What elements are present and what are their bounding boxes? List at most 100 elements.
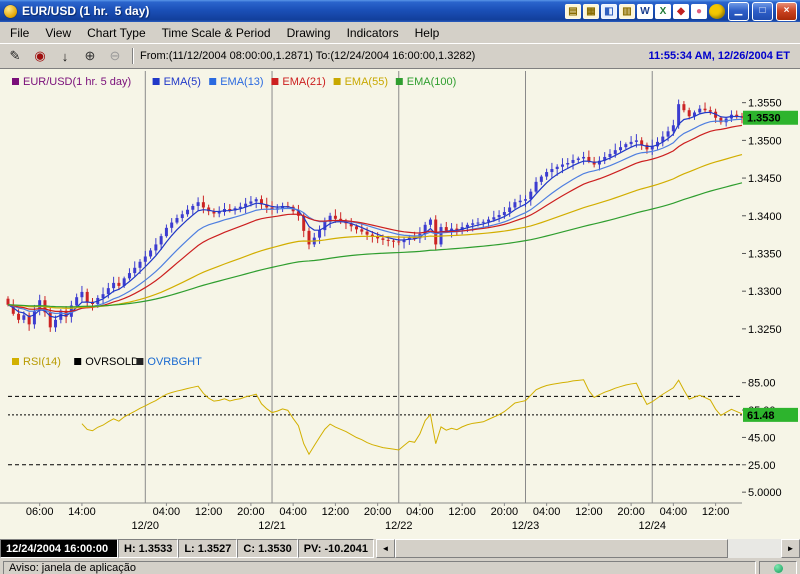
- candle-body: [677, 104, 680, 125]
- candle-body: [524, 199, 527, 201]
- candle-body: [197, 202, 200, 206]
- candle-body: [149, 250, 152, 256]
- restore-button[interactable]: □: [752, 2, 773, 21]
- candle-body: [487, 220, 490, 222]
- rsi-tick-label: 45.00: [748, 432, 776, 444]
- date-label: 12/23: [512, 520, 540, 532]
- date-label: 12/21: [258, 520, 286, 532]
- chart-doc-4-icon[interactable]: ▥: [619, 4, 635, 19]
- candle-body: [608, 154, 611, 157]
- price-tick-label: 1.3350: [748, 248, 782, 260]
- scroll-left-button[interactable]: ◄: [376, 539, 395, 558]
- scroll-thumb[interactable]: [395, 539, 728, 558]
- horizontal-scrollbar[interactable]: ◄ ►: [376, 539, 800, 558]
- scroll-track[interactable]: [728, 539, 781, 558]
- candle-body: [513, 202, 516, 207]
- scroll-right-button[interactable]: ►: [781, 539, 800, 558]
- time-label: 04:00: [153, 506, 181, 518]
- candle-body: [381, 238, 384, 240]
- arrow-down-tool-button[interactable]: ↓: [54, 46, 76, 67]
- candle-body: [360, 229, 363, 231]
- candle-body: [640, 140, 643, 145]
- menu-item-view[interactable]: View: [37, 24, 79, 42]
- candle-body: [165, 228, 168, 236]
- candle-body: [80, 292, 83, 297]
- candle-body: [397, 241, 400, 242]
- candle-body: [17, 314, 20, 320]
- candle-body: [133, 268, 136, 273]
- crosshair-tool-button[interactable]: ◉: [29, 46, 51, 67]
- rsi-legend-marker: [74, 358, 81, 365]
- candle-body: [566, 163, 569, 165]
- candle-body: [175, 218, 178, 223]
- close-button[interactable]: ×: [776, 2, 797, 21]
- candle-body: [249, 201, 252, 203]
- candle-body: [519, 201, 522, 203]
- menu-item-drawing[interactable]: Drawing: [279, 24, 339, 42]
- candle-body: [471, 223, 474, 225]
- menu-item-time-scale-period[interactable]: Time Scale & Period: [154, 24, 279, 42]
- candle-body: [704, 109, 707, 111]
- zoom-out-tool-button[interactable]: ⊖: [104, 46, 126, 67]
- titlebar[interactable]: EUR/USD (1 hr. 5 day) ▤▦◧▥WX◆● ▁□×: [0, 0, 800, 22]
- word-icon[interactable]: W: [637, 4, 653, 19]
- candle-body: [614, 150, 617, 154]
- date-label: 12/20: [132, 520, 160, 532]
- chart-canvas[interactable]: 1.35501.35001.34501.34001.33501.33001.32…: [0, 69, 800, 539]
- candle-body: [698, 109, 701, 113]
- price-legend-label: EMA(5): [164, 76, 201, 88]
- candle-body: [550, 169, 553, 172]
- time-label: 04:00: [406, 506, 434, 518]
- messenger-ball-icon[interactable]: [709, 4, 725, 19]
- candle-body: [255, 199, 258, 201]
- date-label: 12/22: [385, 520, 413, 532]
- minimize-button[interactable]: ▁: [728, 2, 749, 21]
- time-label: 12:00: [322, 506, 350, 518]
- price-legend-marker: [334, 78, 341, 85]
- excel-icon[interactable]: X: [655, 4, 671, 19]
- zoom-in-tool-button[interactable]: ⊕: [79, 46, 101, 67]
- candle-body: [392, 241, 395, 242]
- chart-region: 1.35501.35001.34501.34001.33501.33001.32…: [0, 69, 800, 539]
- rsi-legend-label: OVRBGHT: [147, 356, 202, 368]
- window-title: EUR/USD (1 hr. 5 day): [22, 4, 149, 18]
- status-low: L: 1.3527: [178, 539, 237, 558]
- candle-body: [112, 283, 115, 288]
- price-legend-label: EMA(100): [407, 76, 457, 88]
- candle-body: [556, 167, 559, 169]
- tool-button-group: ✎◉↓⊕⊖: [4, 46, 126, 67]
- rsi-tick-label: 25.00: [748, 460, 776, 472]
- chart-range-text: From:(11/12/2004 08:00:00,1.2871) To:(12…: [140, 50, 475, 62]
- price-tick-label: 1.3400: [748, 211, 782, 223]
- candle-body: [366, 232, 369, 235]
- time-label: 12:00: [575, 506, 603, 518]
- menu-item-help[interactable]: Help: [407, 24, 448, 42]
- price-legend-marker: [209, 78, 216, 85]
- candle-body: [672, 125, 675, 131]
- chart-doc-3-icon[interactable]: ◧: [601, 4, 617, 19]
- app-pink-icon[interactable]: ●: [691, 4, 707, 19]
- price-legend-marker: [153, 78, 160, 85]
- candle-body: [86, 292, 89, 302]
- candle-body: [572, 160, 575, 163]
- candle-body: [218, 212, 221, 214]
- candle-body: [619, 147, 622, 150]
- toolbar-separator: [132, 48, 134, 64]
- menu-item-chart-type[interactable]: Chart Type: [79, 24, 153, 42]
- price-legend-label: EMA(13): [220, 76, 263, 88]
- candle-body: [33, 311, 36, 325]
- rsi-legend-marker: [136, 358, 143, 365]
- candle-body: [181, 214, 184, 218]
- menu-item-file[interactable]: File: [2, 24, 37, 42]
- candle-body: [54, 320, 57, 328]
- chart-doc-1-icon[interactable]: ▤: [565, 4, 581, 19]
- candle-body: [376, 237, 379, 239]
- app-icon: [4, 5, 17, 18]
- chart-doc-2-icon[interactable]: ▦: [583, 4, 599, 19]
- app-red-icon[interactable]: ◆: [673, 4, 689, 19]
- pencil-tool-button[interactable]: ✎: [4, 46, 26, 67]
- candle-body: [709, 110, 712, 112]
- candle-body: [503, 212, 506, 215]
- candle-body: [561, 164, 564, 166]
- menu-item-indicators[interactable]: Indicators: [339, 24, 407, 42]
